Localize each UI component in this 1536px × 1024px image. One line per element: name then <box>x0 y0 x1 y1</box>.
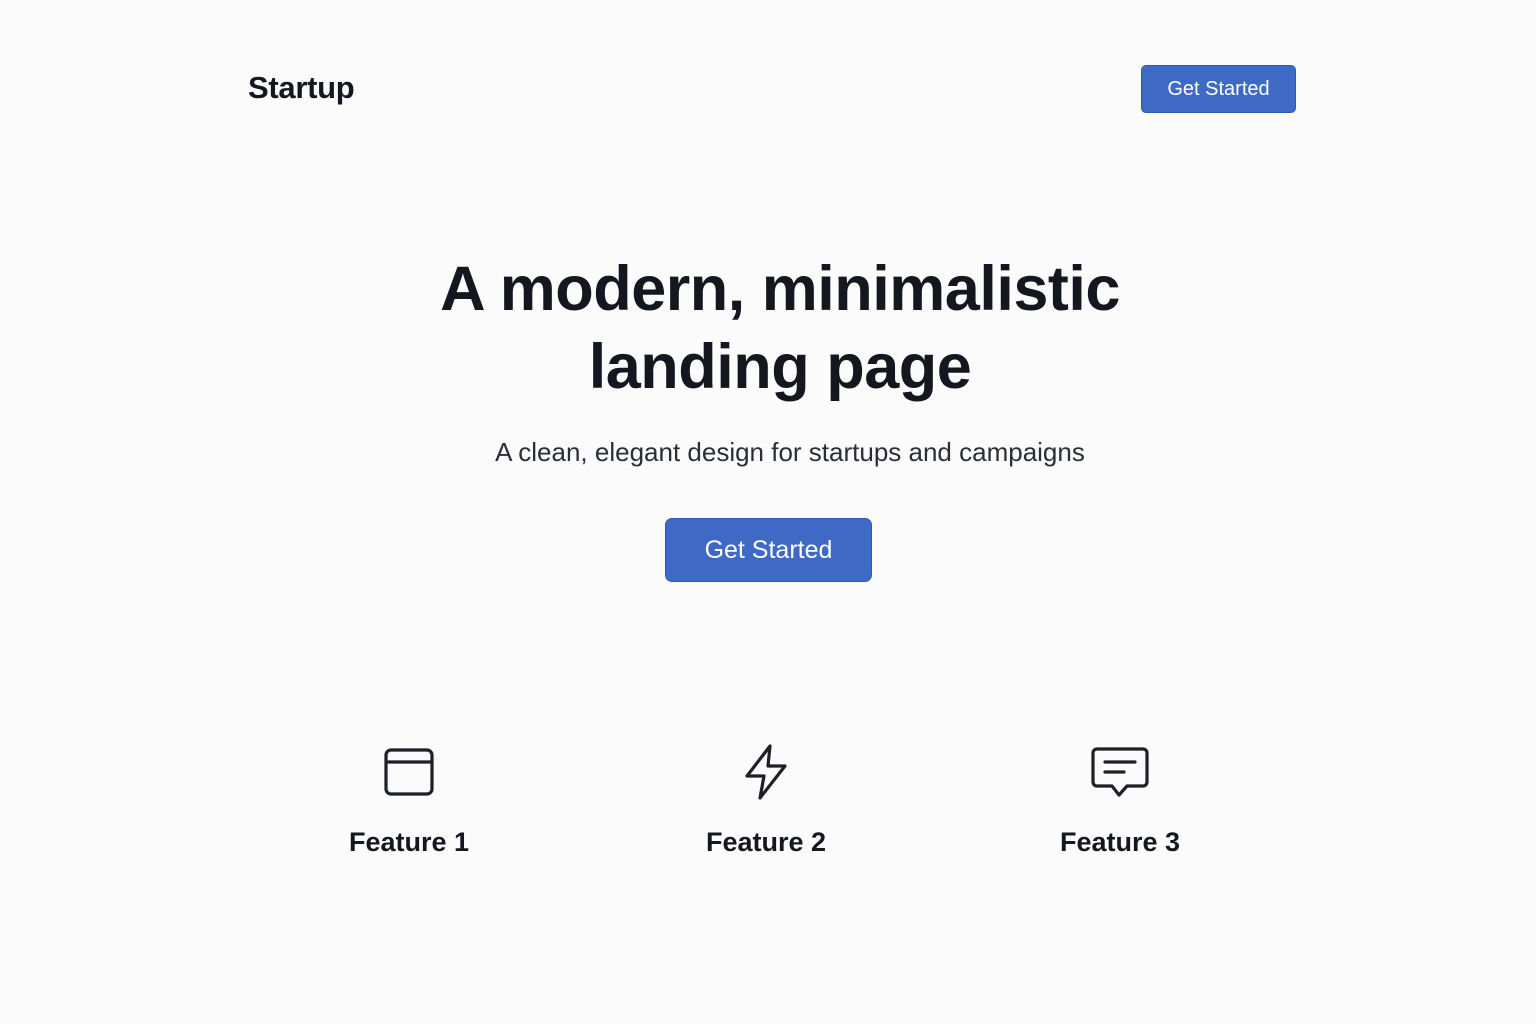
header-get-started-button[interactable]: Get Started <box>1141 65 1296 113</box>
feature-item: Feature 2 <box>636 740 896 862</box>
lightning-bolt-icon <box>734 740 798 804</box>
feature-item: Feature 1 <box>279 740 539 862</box>
chat-message-icon <box>1088 740 1152 804</box>
hero-get-started-button[interactable]: Get Started <box>665 518 872 582</box>
hero-subtitle: A clean, elegant design for startups and… <box>495 437 1085 467</box>
feature-item: Feature 3 <box>990 740 1250 862</box>
feature-label: Feature 3 <box>1059 827 1181 857</box>
feature-label: Feature 1 <box>348 827 470 857</box>
brand-logo[interactable]: Startup <box>248 66 355 110</box>
browser-window-icon <box>377 740 441 804</box>
feature-label: Feature 2 <box>705 827 827 857</box>
hero-title: A modern, minimalistic landing page <box>440 254 1120 402</box>
